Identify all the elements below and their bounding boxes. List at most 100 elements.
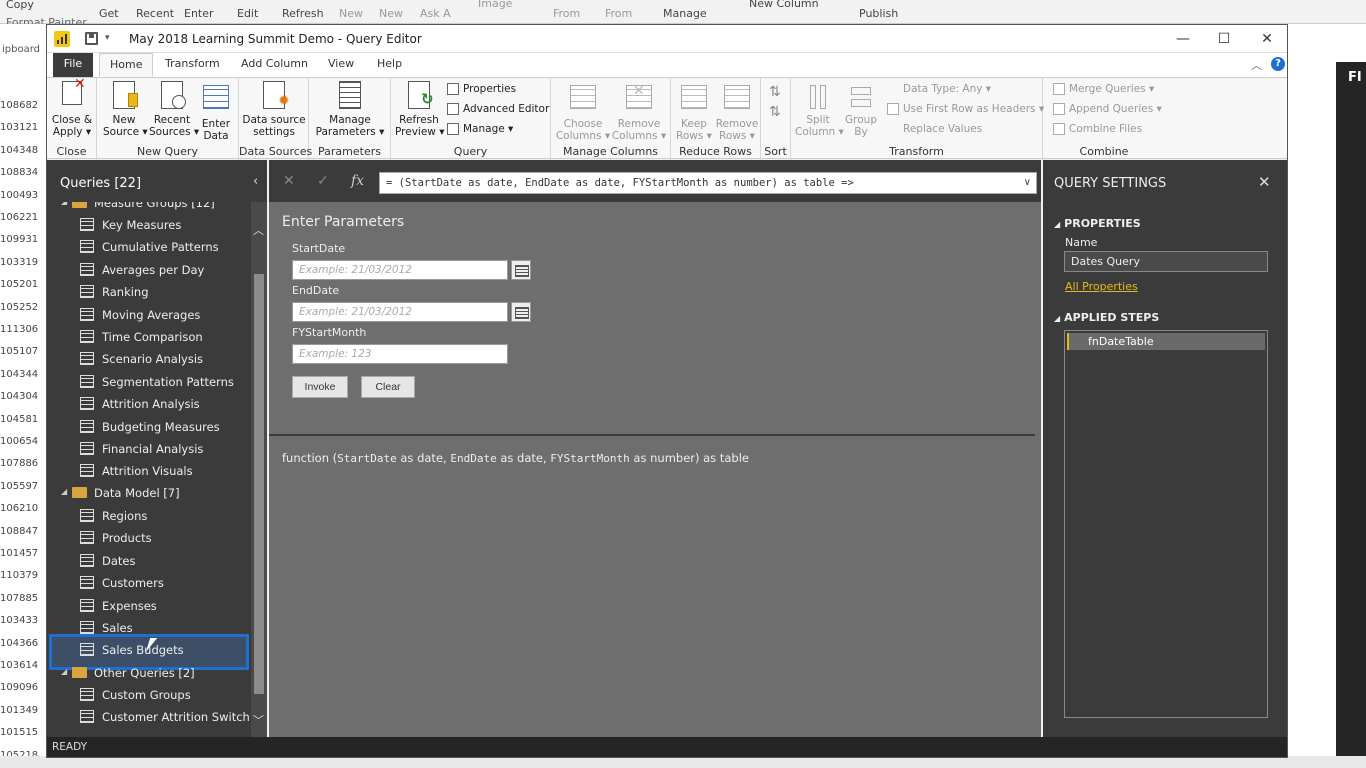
sort-ascending-icon[interactable]: ⇅ [769, 84, 781, 100]
collapse-ribbon-icon[interactable]: ︿ [1251, 57, 1262, 73]
tab-file[interactable]: File [53, 53, 93, 77]
help-icon[interactable]: ? [1271, 57, 1285, 71]
cancel-formula-icon[interactable]: ✕ [283, 173, 295, 189]
fystartmonth-label: FYStartMonth [292, 326, 367, 339]
table-icon [80, 710, 94, 723]
properties-section[interactable]: ◢ PROPERTIES [1054, 217, 1141, 230]
data-type-dropdown[interactable]: Data Type: Any ▾ [887, 81, 991, 97]
scroll-up-icon[interactable]: ︿ [253, 222, 264, 238]
commit-formula-icon[interactable]: ✓ [317, 173, 329, 189]
minimize-button[interactable]: — [1161, 25, 1205, 53]
merge-queries-button[interactable]: Merge Queries ▾ [1053, 81, 1154, 97]
enddate-calendar-icon[interactable] [511, 302, 531, 322]
append-queries-button[interactable]: Append Queries ▾ [1053, 101, 1162, 117]
query-item[interactable]: Scenario Analysis [47, 348, 251, 370]
query-item[interactable]: Custom Groups [47, 684, 251, 706]
manage-query-button[interactable]: Manage ▾ [447, 121, 513, 137]
properties-button[interactable]: Properties [447, 81, 516, 97]
sig-type-3: as number) as table [629, 451, 749, 465]
query-item[interactable]: Financial Analysis [47, 438, 251, 460]
properties-icon [447, 83, 459, 95]
applied-steps-heading: APPLIED STEPS [1064, 311, 1160, 324]
formula-expand-icon[interactable]: ∨ [1024, 177, 1031, 188]
query-folder[interactable]: ◢ Measure Groups [12] [47, 202, 251, 214]
invoke-button[interactable]: Invoke [292, 376, 348, 398]
new-source-button[interactable]: New Source ▾ [103, 81, 148, 138]
title-bar[interactable]: ▾ May 2018 Learning Summit Demo - Query … [47, 25, 1287, 53]
close-settings-icon[interactable]: ✕ [1258, 173, 1271, 191]
enter-data-button[interactable]: Enter Data [197, 81, 235, 142]
advanced-editor-button[interactable]: Advanced Editor [447, 101, 549, 117]
close-window-button[interactable]: ✕ [1245, 25, 1289, 53]
remove-columns-button[interactable]: ✕ Remove Columns ▾ [611, 81, 667, 142]
all-properties-link[interactable]: All Properties [1065, 280, 1138, 293]
query-settings-title: QUERY SETTINGS [1054, 176, 1167, 191]
clear-button[interactable]: Clear [361, 376, 415, 398]
manage-parameters-button[interactable]: Manage Parameters ▾ [311, 81, 389, 138]
tab-help[interactable]: Help [367, 53, 412, 77]
bg-row-number: 108847 [0, 525, 39, 537]
close-apply-button[interactable]: ✕ Close & Apply ▾ [51, 77, 93, 138]
queries-scrollbar[interactable]: ︿ ﹀ [251, 202, 267, 737]
query-item[interactable]: Time Comparison [47, 326, 251, 348]
powerbi-logo-icon [54, 31, 70, 47]
enddate-input[interactable]: Example: 21/03/2012 [292, 302, 508, 322]
formula-input[interactable]: = (StartDate as date, EndDate as date, F… [379, 172, 1037, 194]
combine-files-button[interactable]: Combine Files [1053, 121, 1142, 137]
save-icon[interactable] [85, 32, 98, 45]
use-first-row-headers-button[interactable]: Use First Row as Headers ▾ [887, 101, 1044, 117]
group-by-label: Group By [845, 114, 877, 138]
query-folder[interactable]: ◢ Other Queries [2] [47, 662, 251, 684]
step-fndatetable[interactable]: fnDateTable [1067, 333, 1265, 350]
group-by-button[interactable]: Group By [843, 81, 879, 138]
data-type-icon [887, 83, 899, 95]
query-item[interactable]: Regions [47, 505, 251, 527]
query-name-input[interactable]: Dates Query [1064, 251, 1268, 272]
query-item[interactable]: Key Measures [47, 214, 251, 236]
collapse-queries-icon[interactable]: ‹ [253, 174, 258, 189]
startdate-input[interactable]: Example: 21/03/2012 [292, 260, 508, 280]
query-item[interactable]: Segmentation Patterns [47, 371, 251, 393]
replace-values-button[interactable]: Replace Values [887, 121, 982, 137]
tab-view[interactable]: View [318, 53, 364, 77]
applied-steps-section[interactable]: ◢ APPLIED STEPS [1054, 311, 1159, 324]
sort-descending-icon[interactable]: ⇅ [769, 104, 781, 120]
folder-expand-icon[interactable]: ◢ [61, 202, 67, 206]
query-item[interactable]: Attrition Analysis [47, 393, 251, 415]
quick-access-dropdown-icon[interactable]: ▾ [105, 33, 110, 43]
keep-rows-button[interactable]: Keep Rows ▾ [673, 81, 715, 142]
first-row-headers-label: Use First Row as Headers ▾ [903, 103, 1045, 115]
query-item[interactable]: Sales [47, 617, 251, 639]
remove-rows-button[interactable]: Remove Rows ▾ [715, 81, 759, 142]
query-item[interactable]: Averages per Day [47, 259, 251, 281]
tab-home[interactable]: Home [99, 53, 154, 77]
tab-transform[interactable]: Transform [155, 53, 230, 77]
data-source-settings-button[interactable]: ✹ Data source settings [241, 81, 307, 138]
query-item[interactable]: Moving Averages [47, 304, 251, 326]
query-item[interactable]: Dates [47, 550, 251, 572]
fx-icon[interactable]: fx [351, 173, 364, 189]
query-item[interactable]: Ranking [47, 281, 251, 303]
query-item[interactable]: Budgeting Measures [47, 416, 251, 438]
query-item[interactable]: Cumulative Patterns [47, 236, 251, 258]
scroll-down-icon[interactable]: ﹀ [253, 712, 264, 728]
choose-columns-button[interactable]: Choose Columns ▾ [555, 81, 611, 142]
scroll-thumb[interactable] [254, 274, 264, 694]
folder-expand-icon[interactable]: ◢ [61, 487, 67, 496]
query-folder[interactable]: ◢ Data Model [7] [47, 482, 251, 504]
query-item[interactable]: Products [47, 527, 251, 549]
query-item[interactable]: Customer Attrition Switch [47, 706, 251, 728]
group-combine: Merge Queries ▾ Append Queries ▾ Combine… [1043, 78, 1165, 160]
folder-expand-icon[interactable]: ◢ [61, 667, 67, 676]
refresh-preview-button[interactable]: ↻ Refresh Preview ▾ [395, 81, 444, 138]
recent-sources-button[interactable]: Recent Sources ▾ [149, 81, 199, 138]
query-item[interactable]: Expenses [47, 595, 251, 617]
query-item[interactable]: Attrition Visuals [47, 460, 251, 482]
fystartmonth-input[interactable]: Example: 123 [292, 344, 508, 364]
query-item[interactable]: Customers [47, 572, 251, 594]
split-column-button[interactable]: Split Column ▾ [795, 81, 844, 138]
advanced-editor-label: Advanced Editor [463, 103, 550, 115]
tab-add-column[interactable]: Add Column [231, 53, 318, 77]
startdate-calendar-icon[interactable] [511, 260, 531, 280]
maximize-button[interactable]: ☐ [1202, 25, 1246, 53]
